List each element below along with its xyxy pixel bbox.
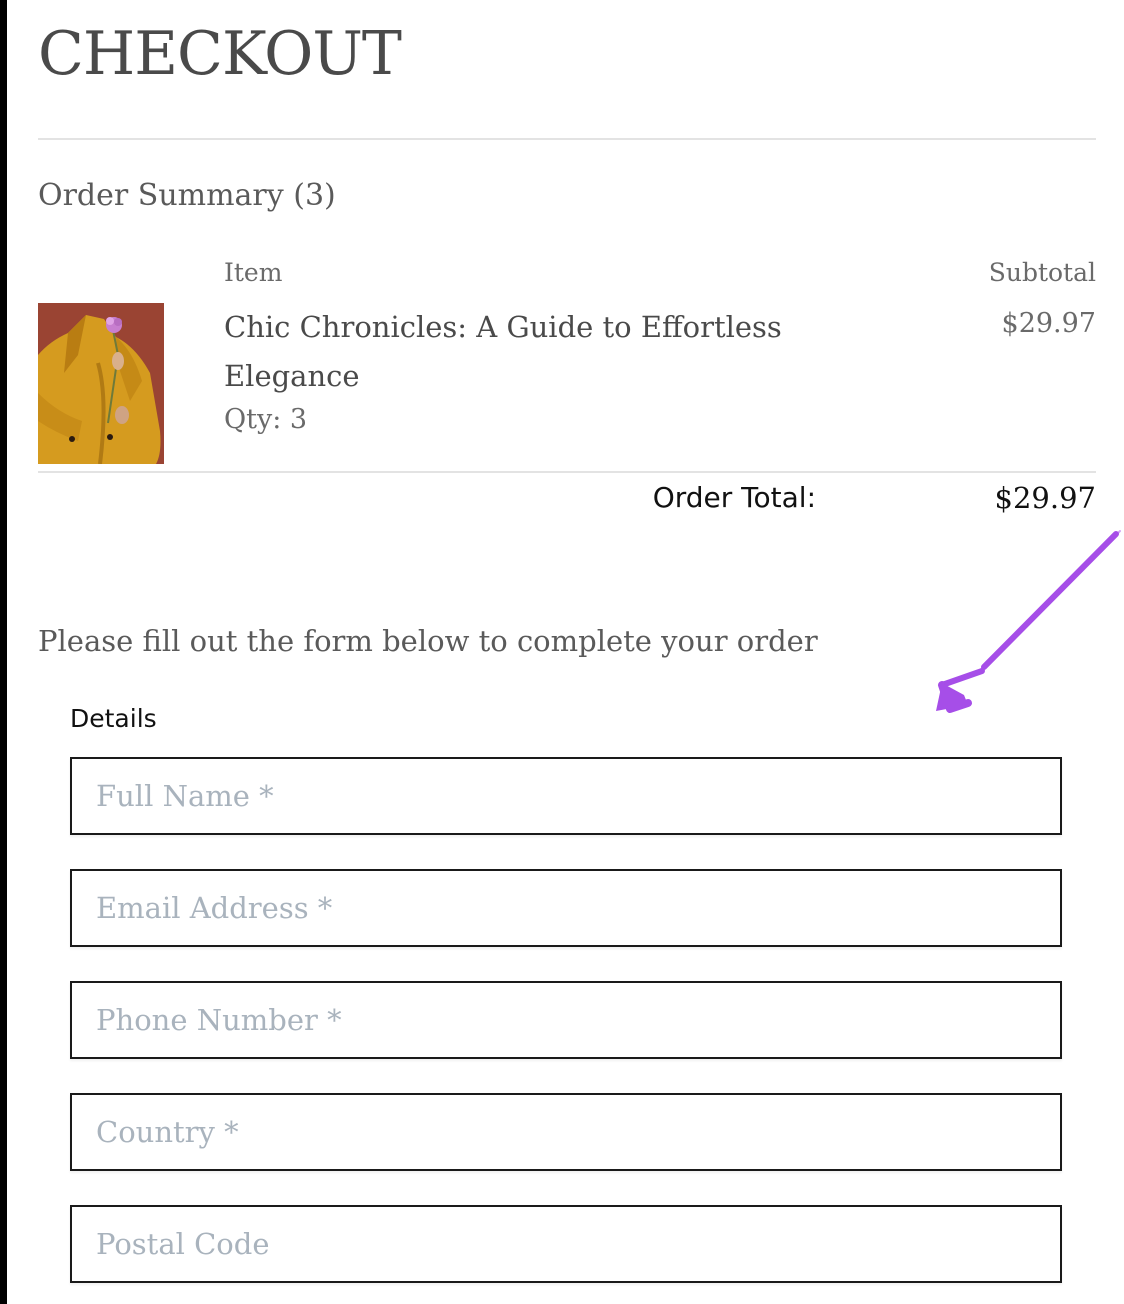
product-quantity: Qty: 3 (224, 404, 308, 435)
order-summary-heading: Order Summary (3) (38, 178, 336, 213)
hand-drawn-arrow-icon (936, 530, 1121, 713)
details-section-label: Details (70, 704, 157, 733)
order-total-value: $29.97 (994, 481, 1096, 515)
phone-number-input[interactable] (70, 981, 1062, 1059)
full-name-input[interactable] (70, 757, 1062, 835)
summary-divider (38, 471, 1096, 473)
subtotal-column-header: Subtotal (988, 258, 1096, 287)
form-instructions: Please fill out the form below to comple… (38, 624, 818, 658)
item-column-header: Item (224, 258, 283, 287)
product-thumbnail (38, 303, 164, 464)
order-total-label: Order Total: (652, 481, 816, 514)
email-address-input[interactable] (70, 869, 1062, 947)
product-title[interactable]: Chic Chronicles: A Guide to Effortless E… (224, 303, 824, 401)
postal-code-input[interactable] (70, 1205, 1062, 1283)
country-input[interactable] (70, 1093, 1062, 1171)
product-subtotal: $29.97 (1001, 308, 1096, 339)
page-title: CHECKOUT (38, 19, 402, 89)
title-divider (38, 138, 1096, 140)
window-left-edge (0, 0, 7, 1304)
